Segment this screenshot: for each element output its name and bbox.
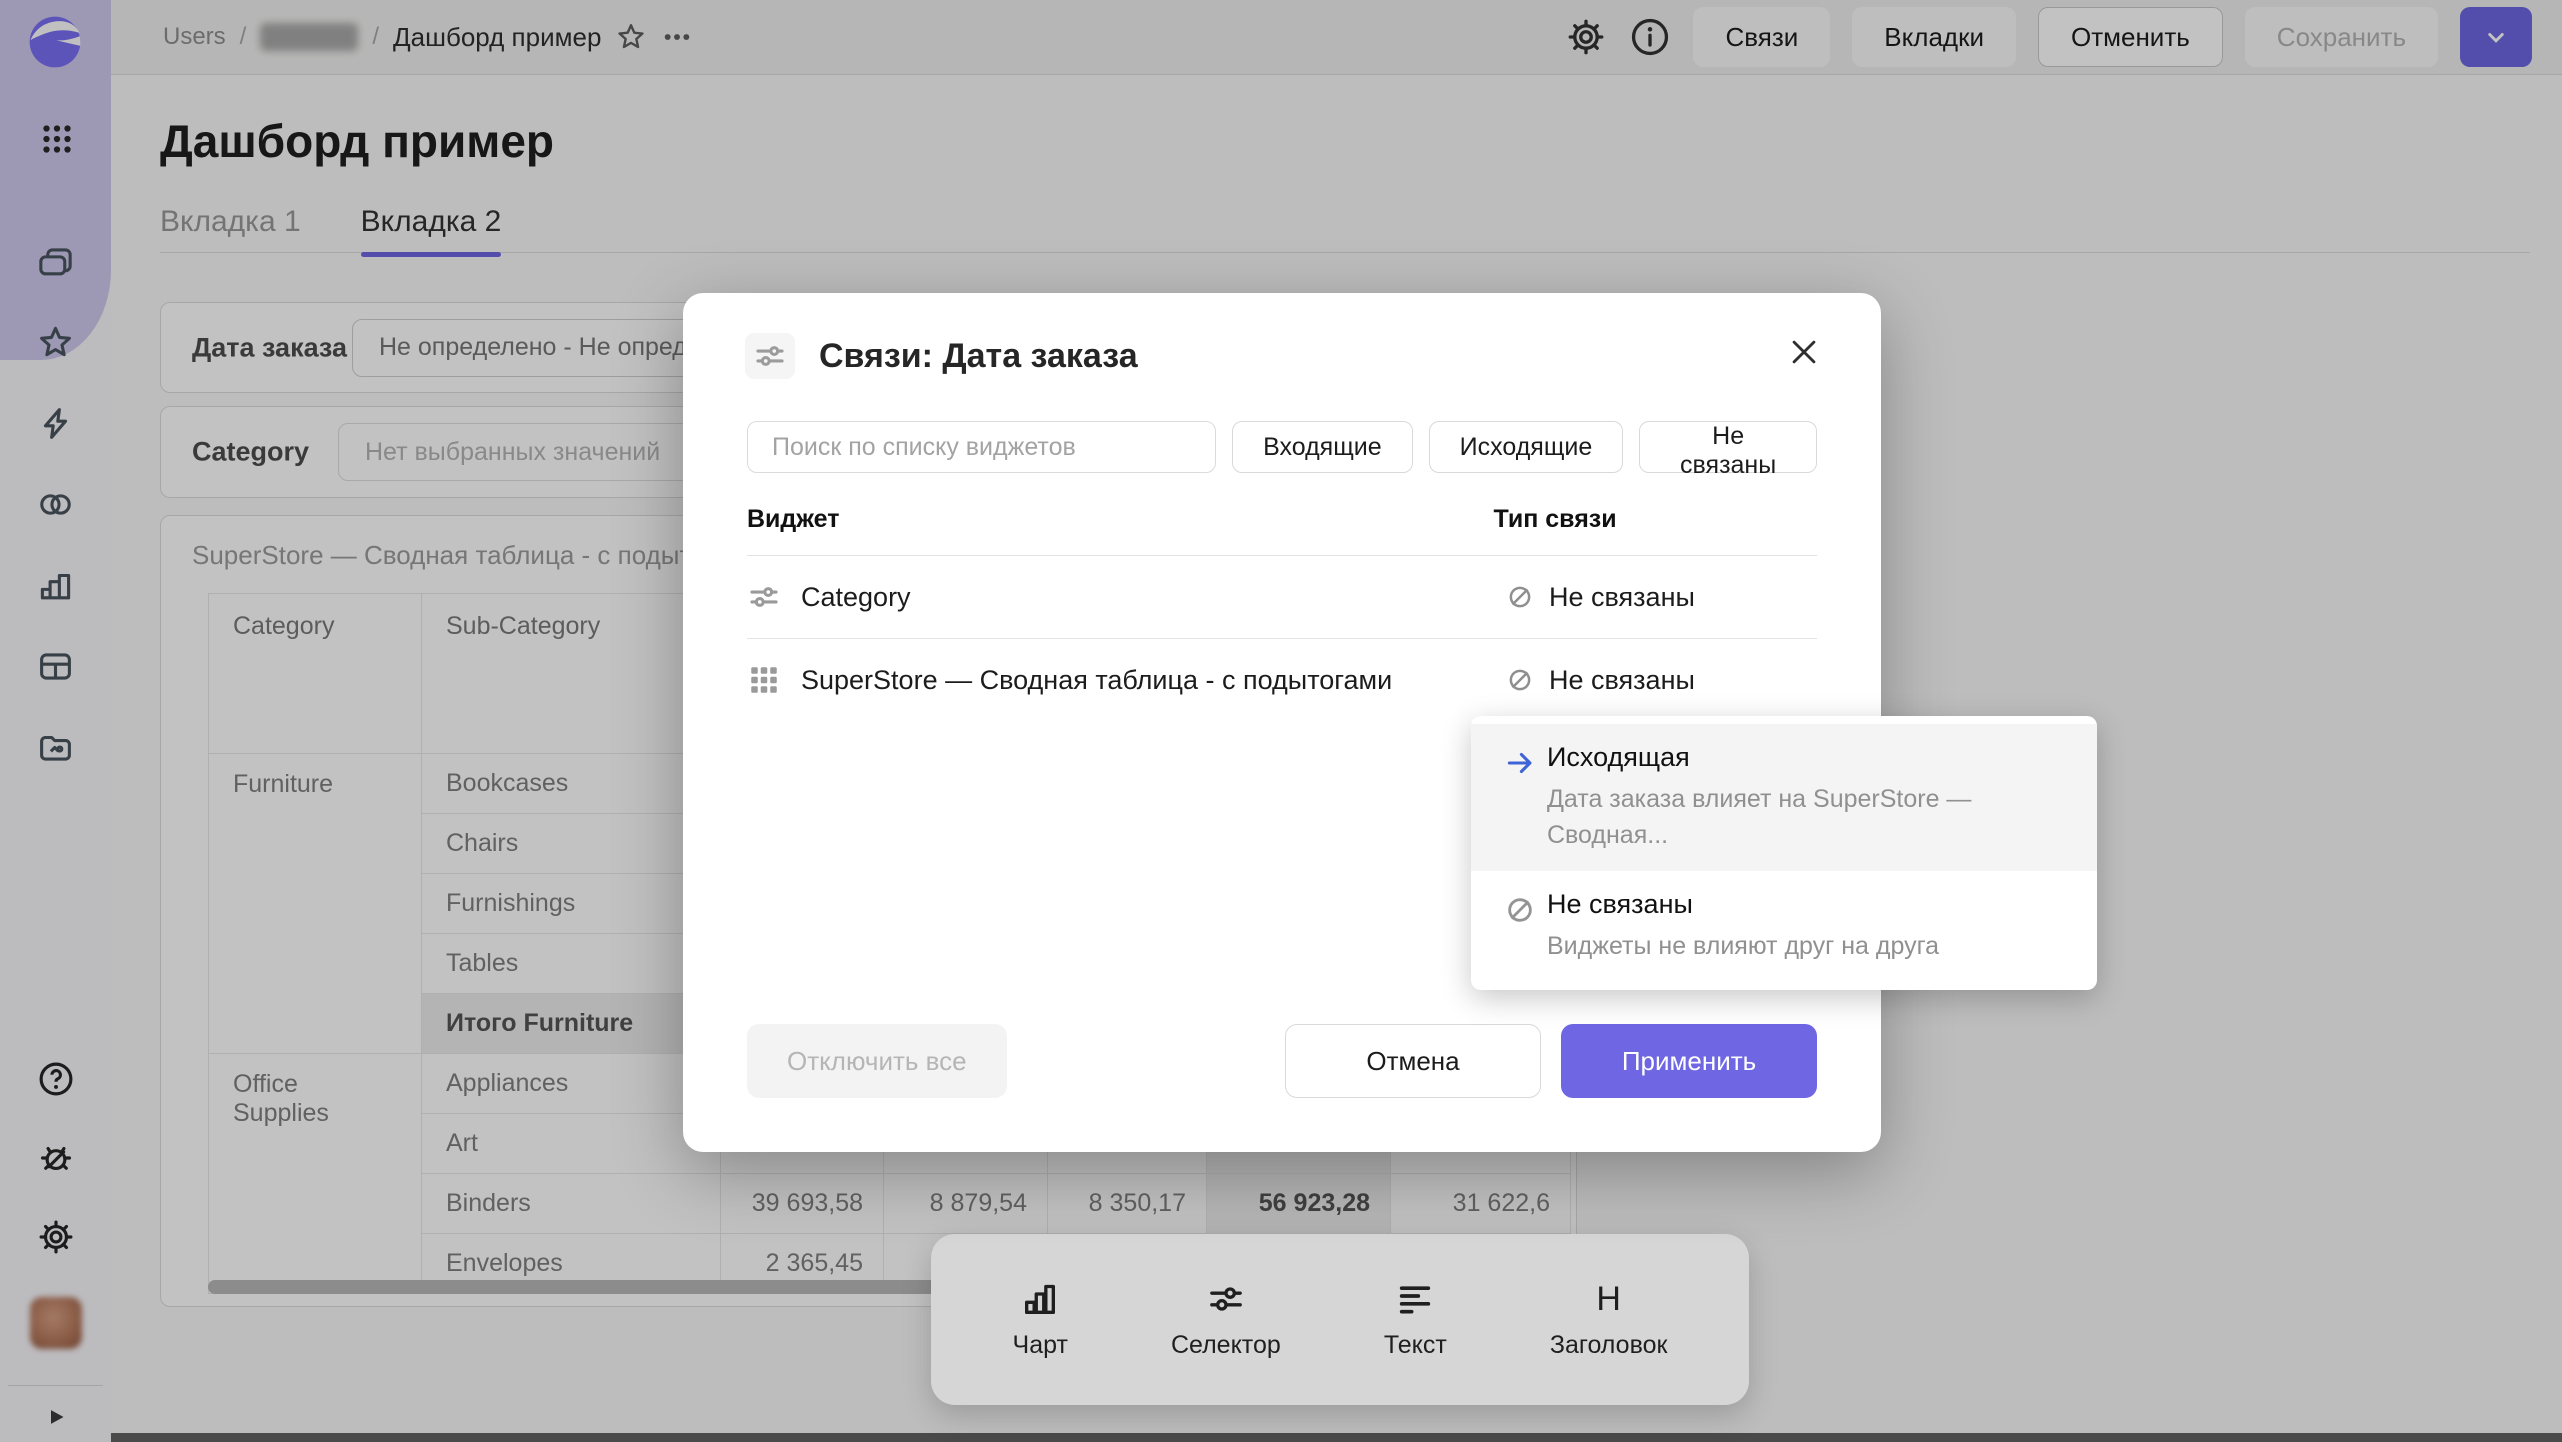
- link-type-select-category[interactable]: Не связаны: [1505, 582, 1695, 613]
- filter-incoming-button[interactable]: Входящие: [1232, 421, 1413, 473]
- modal-title: Связи: Дата заказа: [819, 337, 1138, 376]
- dropdown-option-not-linked[interactable]: Не связаны Виджеты не влияют друг на дру…: [1471, 871, 2097, 982]
- filter-outgoing-button[interactable]: Исходящие: [1429, 421, 1624, 473]
- filter-unlinked-button[interactable]: Не связаны: [1639, 421, 1817, 473]
- column-widget: Виджет: [747, 505, 840, 534]
- close-icon[interactable]: [1787, 335, 1821, 369]
- text-lines-icon: [1395, 1279, 1435, 1319]
- link-type-select-superstore[interactable]: Не связаны: [1505, 665, 1695, 696]
- link-filter-buttons: Входящие Исходящие Не связаны: [1232, 421, 1817, 473]
- sliders-icon: [1206, 1279, 1246, 1319]
- add-text-button[interactable]: Текст: [1384, 1279, 1447, 1360]
- not-linked-icon: [1505, 665, 1535, 695]
- not-linked-icon: [1505, 582, 1535, 612]
- apply-button[interactable]: Применить: [1561, 1024, 1817, 1098]
- modal-cancel-button[interactable]: Отмена: [1285, 1024, 1541, 1098]
- add-header-button[interactable]: H Заголовок: [1550, 1279, 1668, 1360]
- modal-table-header: Виджет Тип связи: [747, 505, 1817, 534]
- add-selector-button[interactable]: Селектор: [1171, 1279, 1281, 1360]
- widget-add-toolbar: Чарт Селектор Текст H Заголовок: [931, 1234, 1749, 1405]
- modal-toolbar: Входящие Исходящие Не связаны: [747, 421, 1817, 473]
- links-sliders-icon: [745, 333, 795, 379]
- link-type-dropdown: Исходящая Дата заказа влияет на SuperSto…: [1471, 716, 2097, 990]
- modal-header: Связи: Дата заказа: [745, 333, 1138, 379]
- column-link-type: Тип связи: [1494, 505, 1617, 534]
- selector-widget-icon: [747, 580, 781, 614]
- arrow-right-icon: [1503, 746, 1537, 780]
- chart-icon: [1020, 1279, 1060, 1319]
- add-chart-button[interactable]: Чарт: [1013, 1279, 1068, 1360]
- widget-row-category: Category Не связаны: [747, 556, 1817, 638]
- disable-all-button[interactable]: Отключить все: [747, 1024, 1007, 1098]
- widget-search-input[interactable]: [747, 421, 1216, 473]
- widget-row-superstore: SuperStore — Сводная таблица - с подытог…: [747, 639, 1817, 721]
- modal-footer: Отключить все Отмена Применить: [747, 1024, 1817, 1098]
- app-window: Users / / Дашборд пример Связи Вкладки О…: [0, 0, 2562, 1442]
- dropdown-option-outgoing[interactable]: Исходящая Дата заказа влияет на SuperSto…: [1471, 724, 2097, 871]
- heading-icon: H: [1589, 1279, 1629, 1319]
- not-linked-icon: [1503, 893, 1537, 927]
- table-widget-icon: [747, 663, 781, 697]
